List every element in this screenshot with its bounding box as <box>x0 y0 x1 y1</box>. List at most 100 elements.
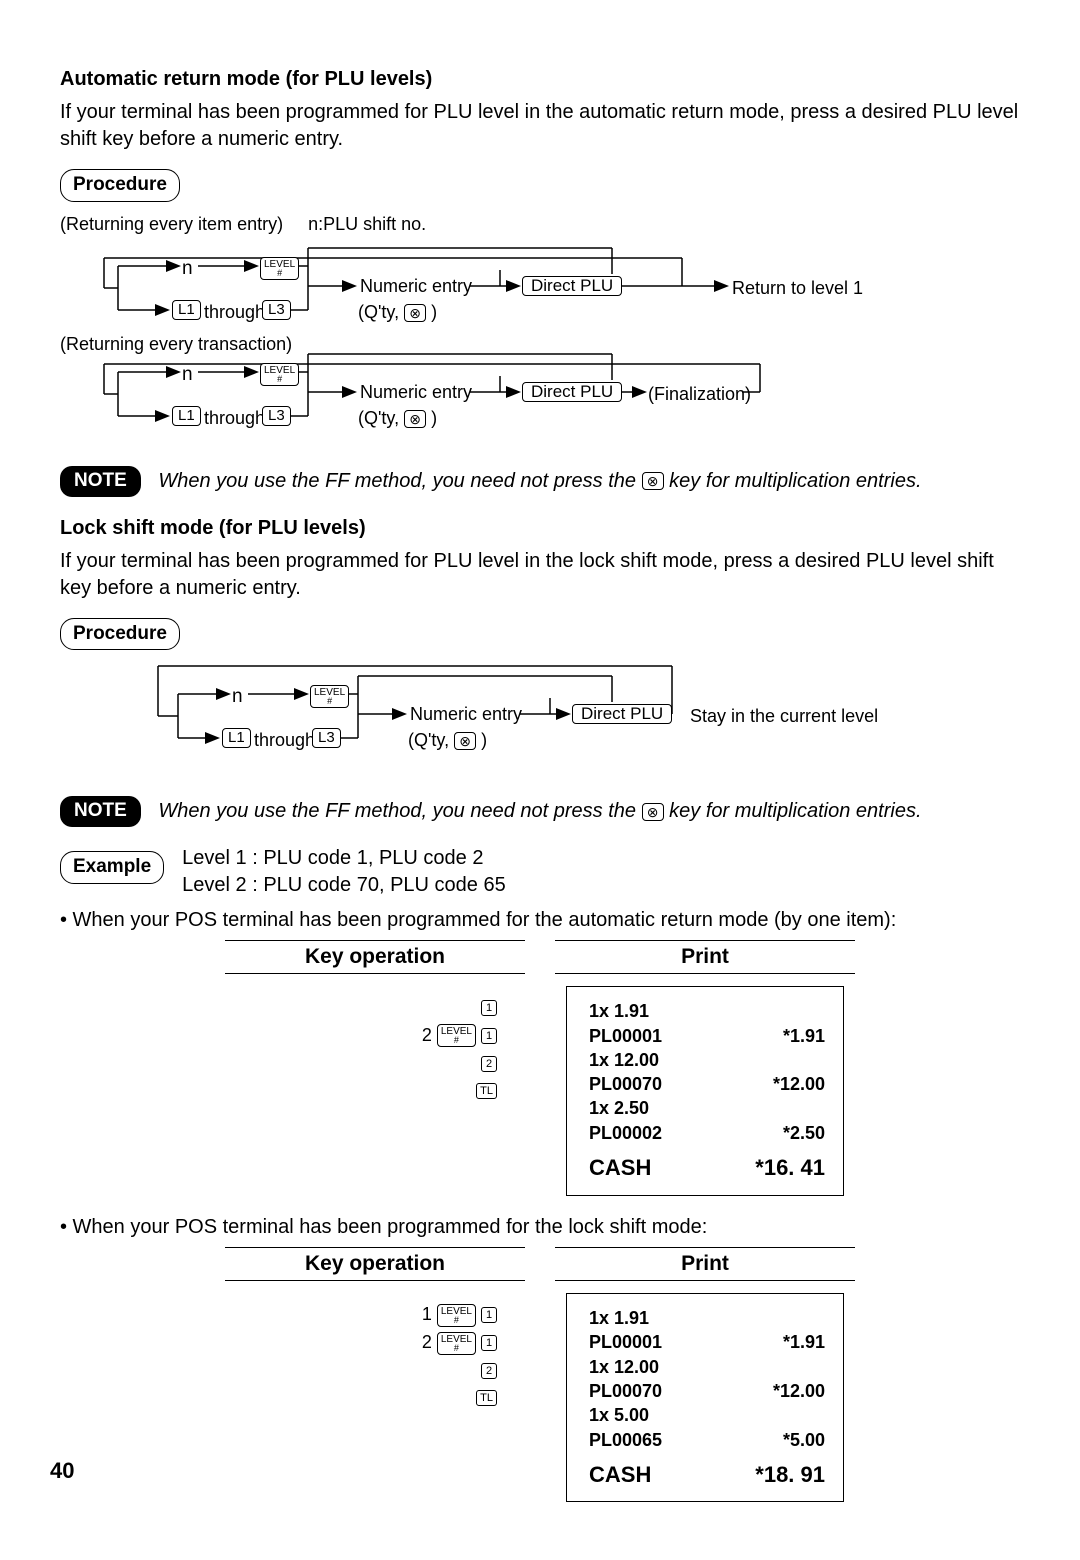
level-hash-key-icon-2: LEVEL# <box>260 363 299 386</box>
level-hash-key-icon-k1: LEVEL# <box>437 1024 476 1047</box>
section-para-lock-shift: If your terminal has been programmed for… <box>60 548 1020 602</box>
direct-plu-box-3: Direct PLU <box>572 704 672 724</box>
multiply-key-icon-3: ⊗ <box>454 732 476 750</box>
r1-cash: CASH <box>589 1153 651 1183</box>
bullet-auto-return: • When your POS terminal has been progra… <box>60 907 1020 934</box>
keyop-header-2: Key operation <box>225 1247 525 1281</box>
r1-l4b: *12.00 <box>773 1072 825 1096</box>
through-label: through <box>204 300 265 324</box>
note-text-before-2: When you use the FF method, you need not… <box>158 800 636 822</box>
r2-total: *18. 91 <box>755 1460 825 1490</box>
r1-l6b: *2.50 <box>783 1121 825 1145</box>
r2-l2b: *1.91 <box>783 1330 825 1354</box>
example-line1: Level 1 : PLU code 1, PLU code 2 <box>182 845 506 872</box>
keyop-header: Key operation <box>225 940 525 974</box>
r2-cash: CASH <box>589 1460 651 1490</box>
qty-label: (Q'ty, <box>358 302 399 322</box>
qty-close: ) <box>431 302 437 322</box>
n-label-3: n <box>232 684 243 710</box>
n-label-2: n <box>182 362 193 388</box>
qty-close-3: ) <box>481 730 487 750</box>
num-1b: 1 <box>422 1304 432 1324</box>
l3-key-icon-3: L3 <box>312 728 341 748</box>
r2-l2a: PL00001 <box>589 1330 662 1354</box>
r2-l5: 1x 5.00 <box>589 1403 825 1427</box>
example-line2: Level 2 : PLU code 70, PLU code 65 <box>182 872 506 899</box>
key-2: 2 <box>481 1056 497 1072</box>
direct-plu-box-2: Direct PLU <box>522 382 622 402</box>
print-header-2: Print <box>555 1247 855 1281</box>
finalization-label: (Finalization) <box>648 382 751 406</box>
r1-l2b: *1.91 <box>783 1024 825 1048</box>
keyops-body-2: 1 LEVEL# 1 2 LEVEL# 1 2 TL <box>225 1281 525 1430</box>
key-2b: 2 <box>481 1363 497 1379</box>
n-label: n <box>182 256 193 282</box>
key-tl-b: TL <box>476 1390 497 1406</box>
r1-l4a: PL00070 <box>589 1072 662 1096</box>
section-heading-auto-return: Automatic return mode (for PLU levels) <box>60 66 1020 93</box>
key-1: 1 <box>481 1000 497 1016</box>
l1-key-icon: L1 <box>172 300 201 320</box>
l3-key-icon: L3 <box>262 300 291 320</box>
multiply-key-icon-note: ⊗ <box>642 472 664 490</box>
keyops-body-1: 1 2 LEVEL# 1 2 TL <box>225 974 525 1123</box>
key-1b: 1 <box>481 1028 497 1044</box>
returning-transaction-label: (Returning every transaction) <box>60 332 292 356</box>
l1-key-icon-3: L1 <box>222 728 251 748</box>
numeric-entry-label-2: Numeric entry <box>360 380 472 404</box>
stay-level-label: Stay in the current level <box>690 704 878 728</box>
multiply-key-icon: ⊗ <box>404 304 426 322</box>
qty-label-3: (Q'ty, <box>408 730 449 750</box>
example-block: Example Level 1 : PLU code 1, PLU code 2… <box>60 845 1020 899</box>
note-2: NOTE When you use the FF method, you nee… <box>60 796 1020 827</box>
l3-key-icon-2: L3 <box>262 406 291 426</box>
level-hash-key-icon-3: LEVEL# <box>310 685 349 708</box>
key-1d: 1 <box>481 1335 497 1351</box>
keyop-print-block-1: Key operation 1 2 LEVEL# 1 2 TL Print 1x… <box>60 940 1020 1196</box>
note-badge-2: NOTE <box>60 796 141 827</box>
page-number: 40 <box>50 1456 74 1486</box>
level-hash-key-icon-k2a: LEVEL# <box>437 1304 476 1327</box>
r1-l2a: PL00001 <box>589 1024 662 1048</box>
numeric-entry-label: Numeric entry <box>360 274 472 298</box>
r1-l1: 1x 1.91 <box>589 999 825 1023</box>
note-text-after-2: key for multiplication entries. <box>669 800 921 822</box>
qty-label-2: (Q'ty, <box>358 408 399 428</box>
r2-l6b: *5.00 <box>783 1428 825 1452</box>
r1-l5: 1x 2.50 <box>589 1096 825 1120</box>
multiply-key-icon-2: ⊗ <box>404 410 426 428</box>
r2-l4a: PL00070 <box>589 1379 662 1403</box>
l1-key-icon-2: L1 <box>172 406 201 426</box>
bullet-lock-shift: • When your POS terminal has been progra… <box>60 1214 1020 1241</box>
section-para-auto-return: If your terminal has been programmed for… <box>60 99 1020 153</box>
note-text-after: key for multiplication entries. <box>669 470 921 492</box>
nplu-label: n:PLU shift no. <box>308 214 426 234</box>
direct-plu-box: Direct PLU <box>522 276 622 296</box>
numeric-entry-label-3: Numeric entry <box>410 702 522 726</box>
return-level1-label: Return to level 1 <box>732 276 863 300</box>
r1-total: *16. 41 <box>755 1153 825 1183</box>
section-heading-lock-shift: Lock shift mode (for PLU levels) <box>60 515 1020 542</box>
procedure-pill-2: Procedure <box>60 618 180 651</box>
r2-l6a: PL00065 <box>589 1428 662 1452</box>
multiply-key-icon-note-2: ⊗ <box>642 803 664 821</box>
print-header: Print <box>555 940 855 974</box>
flow-diagram-lock-shift: n LEVEL# L1 through L3 Numeric entry (Q'… <box>60 660 1020 782</box>
keyop-print-block-2: Key operation 1 LEVEL# 1 2 LEVEL# 1 2 TL… <box>60 1247 1020 1503</box>
r2-l4b: *12.00 <box>773 1379 825 1403</box>
through-label-3: through <box>254 728 315 752</box>
num-2b: 2 <box>422 1332 432 1352</box>
qty-close-2: ) <box>431 408 437 428</box>
level-hash-key-icon: LEVEL# <box>260 257 299 280</box>
note-badge: NOTE <box>60 466 141 497</box>
note-text-before: When you use the FF method, you need not… <box>158 470 636 492</box>
procedure-pill: Procedure <box>60 169 180 202</box>
key-1c: 1 <box>481 1307 497 1323</box>
flow-diagram-auto-return: n LEVEL# L1 through L3 Numeric entry (Q'… <box>60 242 1020 452</box>
num-2: 2 <box>422 1025 432 1045</box>
receipt-2: 1x 1.91 PL00001*1.91 1x 12.00 PL00070*12… <box>566 1293 844 1502</box>
returning-item-label: (Returning every item entry) <box>60 214 283 234</box>
r1-l3: 1x 12.00 <box>589 1048 825 1072</box>
r1-l6a: PL00002 <box>589 1121 662 1145</box>
receipt-1: 1x 1.91 PL00001 *1.91 1x 12.00 PL00070 *12… <box>566 986 844 1195</box>
